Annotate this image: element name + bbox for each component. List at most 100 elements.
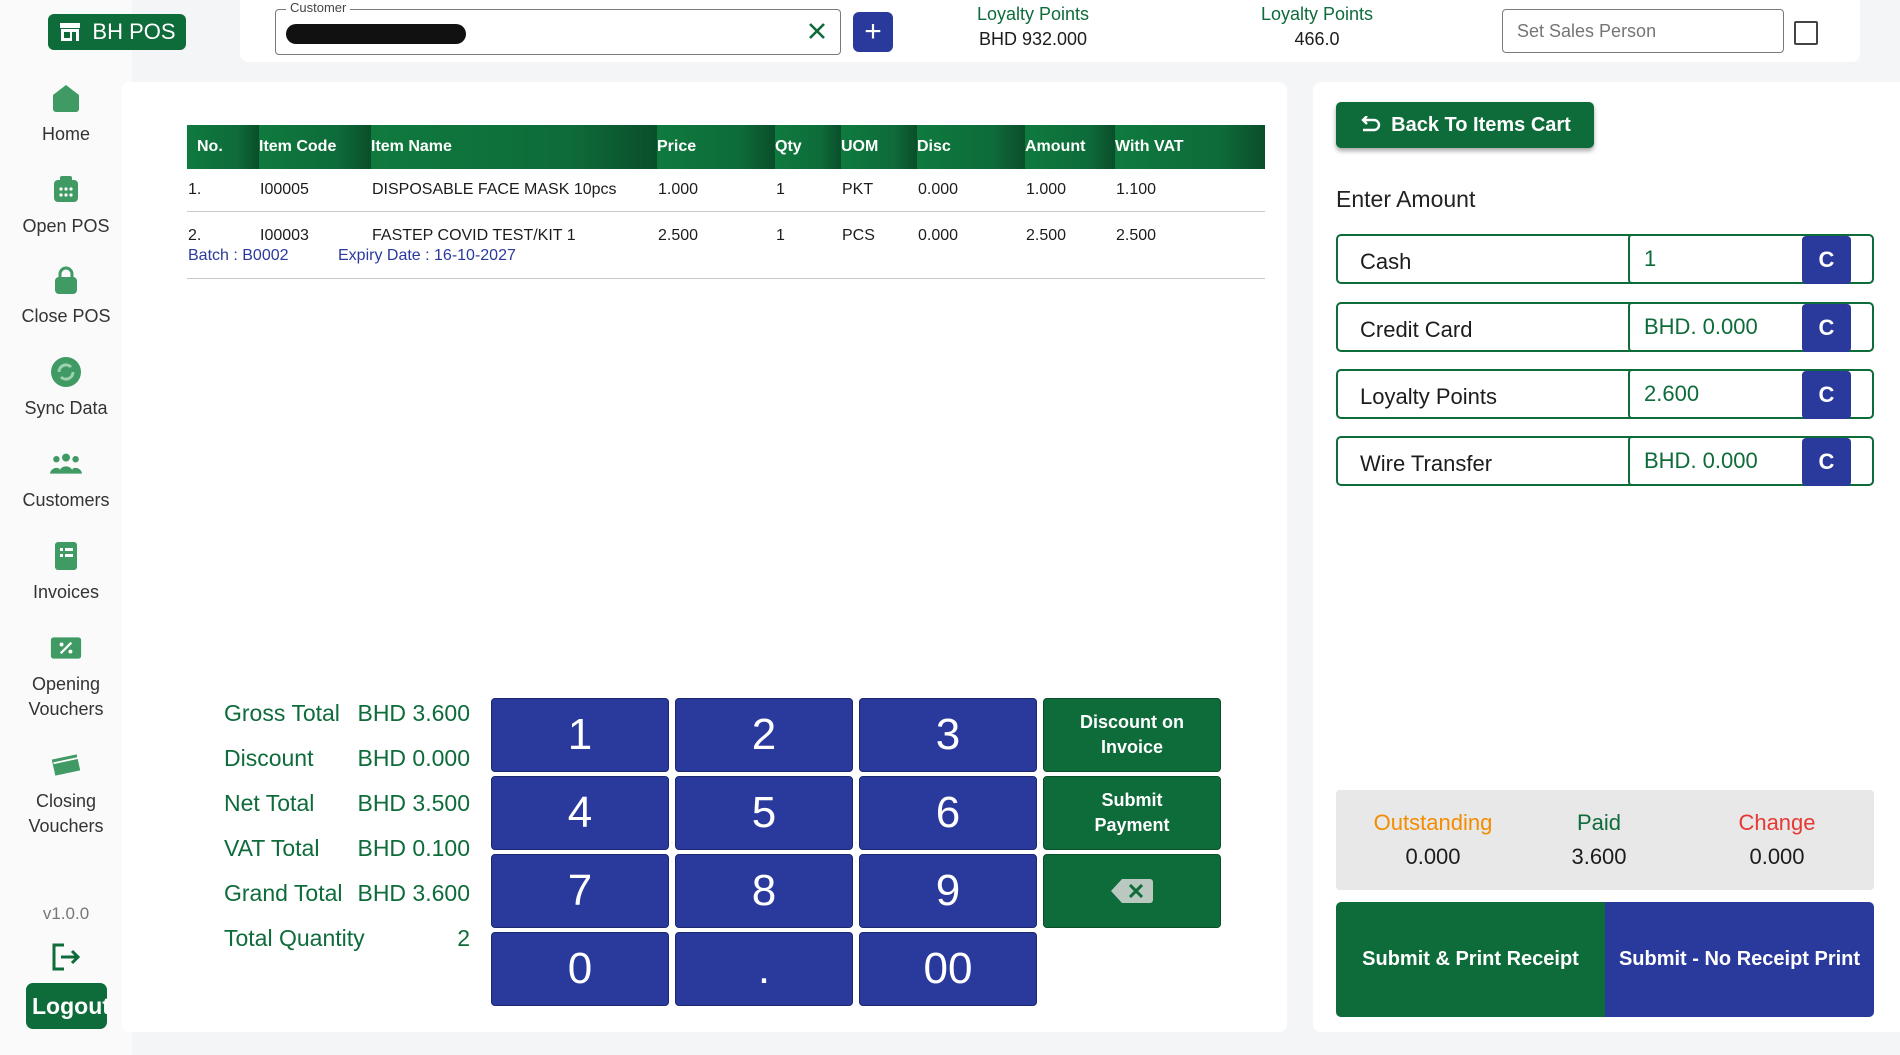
percent-ticket-icon (50, 637, 82, 659)
wire-transfer-clear-button[interactable]: C (1802, 438, 1851, 486)
button-label: Payment (1094, 815, 1170, 835)
discount-value: BHD 0.000 (357, 745, 470, 771)
submit-payment-button[interactable]: Submit Payment (1043, 776, 1221, 850)
key-1[interactable]: 1 (491, 698, 669, 772)
key-7[interactable]: 7 (491, 854, 669, 928)
net-total-row: Net Total BHD 3.500 (224, 790, 470, 820)
column-header: Amount (1025, 125, 1115, 169)
key-8[interactable]: 8 (675, 854, 853, 928)
grand-total-row: Grand Total BHD 3.600 (224, 880, 470, 910)
discount-row: Discount BHD 0.000 (224, 745, 470, 775)
sales-person-checkbox[interactable] (1794, 21, 1818, 45)
backspace-button[interactable] (1043, 854, 1221, 928)
loyalty-points-clear-button[interactable]: C (1802, 371, 1851, 419)
key-9[interactable]: 9 (859, 854, 1037, 928)
key-3[interactable]: 3 (859, 698, 1037, 772)
sidebar: BH POS Home Open POS Close POS Sync Data (0, 0, 186, 1055)
discount-on-invoice-button[interactable]: Discount on Invoice (1043, 698, 1221, 772)
back-to-items-cart-button[interactable]: Back To Items Cart (1336, 102, 1594, 148)
cell-expiry: Expiry Date : 16-10-2027 (337, 246, 1231, 279)
column-header: With VAT (1115, 125, 1265, 169)
sidebar-item-open-pos[interactable]: Open POS (0, 174, 132, 239)
submit-no-receipt-button[interactable]: Submit - No Receipt Print (1605, 902, 1874, 1017)
table-row[interactable]: 1. I00005 DISPOSABLE FACE MASK 10pcs 1.0… (187, 169, 1265, 212)
invoice-icon (55, 542, 77, 570)
payment-method-wire-transfer: Wire Transfer C (1336, 436, 1874, 486)
cell-disc: 0.000 (917, 169, 1025, 212)
sidebar-item-label: Customers (22, 490, 110, 510)
backspace-icon (1111, 879, 1153, 903)
cash-clear-button[interactable]: C (1802, 236, 1851, 284)
button-label: Submit (1101, 790, 1163, 810)
sidebar-item-label: Open POS (22, 216, 110, 236)
close-icon[interactable] (806, 20, 828, 42)
credit-card-amount-input[interactable] (1628, 302, 1806, 352)
table-row-details: Batch : B0002 Expiry Date : 16-10-2027 (187, 246, 1265, 279)
change-label: Change (1738, 810, 1816, 835)
total-quantity-value: 2 (457, 925, 470, 951)
credit-card-clear-button[interactable]: C (1802, 304, 1851, 352)
key-5[interactable]: 5 (675, 776, 853, 850)
app-version: v1.0.0 (42, 904, 90, 923)
key-00[interactable]: 00 (859, 932, 1037, 1006)
sales-person-input[interactable] (1502, 9, 1784, 53)
cell-qty: 1 (776, 227, 785, 244)
loyalty-points-value: 466.0 (1294, 29, 1340, 49)
undo-arrow-icon (1361, 116, 1381, 132)
payment-method-loyalty-points: Loyalty Points C (1336, 369, 1874, 419)
button-label: Invoice (1100, 737, 1164, 757)
logout-icon[interactable] (50, 942, 82, 972)
sidebar-item-opening-vouchers[interactable]: Opening Vouchers (0, 632, 132, 722)
sidebar-item-customers[interactable]: Customers (0, 448, 132, 513)
outstanding-block: Outstanding 0.000 (1353, 810, 1513, 870)
loyalty-points-title: Loyalty Points (1260, 4, 1374, 24)
sidebar-item-close-pos[interactable]: Close POS (0, 264, 132, 329)
key-decimal[interactable]: . (675, 932, 853, 1006)
cell-qty: 1 (775, 169, 841, 212)
payment-method-label: Cash (1360, 249, 1412, 274)
sidebar-item-closing-vouchers[interactable]: Closing Vouchers (0, 749, 132, 839)
sidebar-item-label: Vouchers (28, 816, 104, 836)
customer-field[interactable]: Customer (275, 0, 841, 55)
cart-table: No. Item Code Item Name Price Qty UOM Di… (187, 125, 1265, 279)
ticket-icon (51, 754, 81, 776)
loyalty-points-amount-input[interactable] (1628, 369, 1806, 419)
cell-price: 2.500 (658, 227, 699, 244)
payment-method-label: Credit Card (1360, 317, 1473, 342)
payment-method-label: Wire Transfer (1360, 451, 1493, 476)
paid-label: Paid (1576, 810, 1622, 835)
sidebar-item-label: Invoices (32, 582, 100, 602)
add-customer-button[interactable]: + (853, 12, 893, 52)
customer-name-redacted (286, 24, 466, 44)
sidebar-item-label: Vouchers (28, 699, 104, 719)
change-value: 0.000 (1749, 844, 1805, 869)
net-total-label: Net Total (224, 790, 315, 816)
key-2[interactable]: 2 (675, 698, 853, 772)
sidebar-item-home[interactable]: Home (0, 82, 132, 147)
loyalty-points-amount: Loyalty Points BHD 932.000 (968, 4, 1098, 50)
key-4[interactable]: 4 (491, 776, 669, 850)
column-header: UOM (841, 125, 917, 169)
sidebar-item-label: Closing (35, 791, 97, 811)
total-quantity-label: Total Quantity (224, 925, 365, 951)
submit-print-receipt-button[interactable]: Submit & Print Receipt (1336, 902, 1605, 1017)
gross-total-row: Gross Total BHD 3.600 (224, 700, 470, 730)
wire-transfer-amount-input[interactable] (1628, 436, 1806, 486)
logout-button[interactable]: Logout (26, 983, 110, 1029)
button-label: Back To Items Cart (1391, 113, 1571, 136)
lock-icon (55, 266, 77, 294)
table-row[interactable]: 2. I00003 FASTEP COVID TEST/KIT 1 2.500 … (187, 212, 1265, 247)
key-0[interactable]: 0 (491, 932, 669, 1006)
sidebar-item-invoices[interactable]: Invoices (0, 540, 132, 605)
cash-amount-input[interactable] (1628, 234, 1806, 284)
key-6[interactable]: 6 (859, 776, 1037, 850)
cell-item-name: DISPOSABLE FACE MASK 10pcs (371, 169, 657, 212)
vat-total-label: VAT Total (224, 835, 320, 861)
vat-total-row: VAT Total BHD 0.100 (224, 835, 470, 865)
paid-block: Paid 3.600 (1519, 810, 1679, 870)
gross-total-label: Gross Total (224, 700, 340, 726)
people-icon (50, 453, 82, 474)
sync-icon (51, 357, 81, 387)
sidebar-item-sync-data[interactable]: Sync Data (0, 356, 132, 421)
gross-total-value: BHD 3.600 (357, 700, 470, 726)
